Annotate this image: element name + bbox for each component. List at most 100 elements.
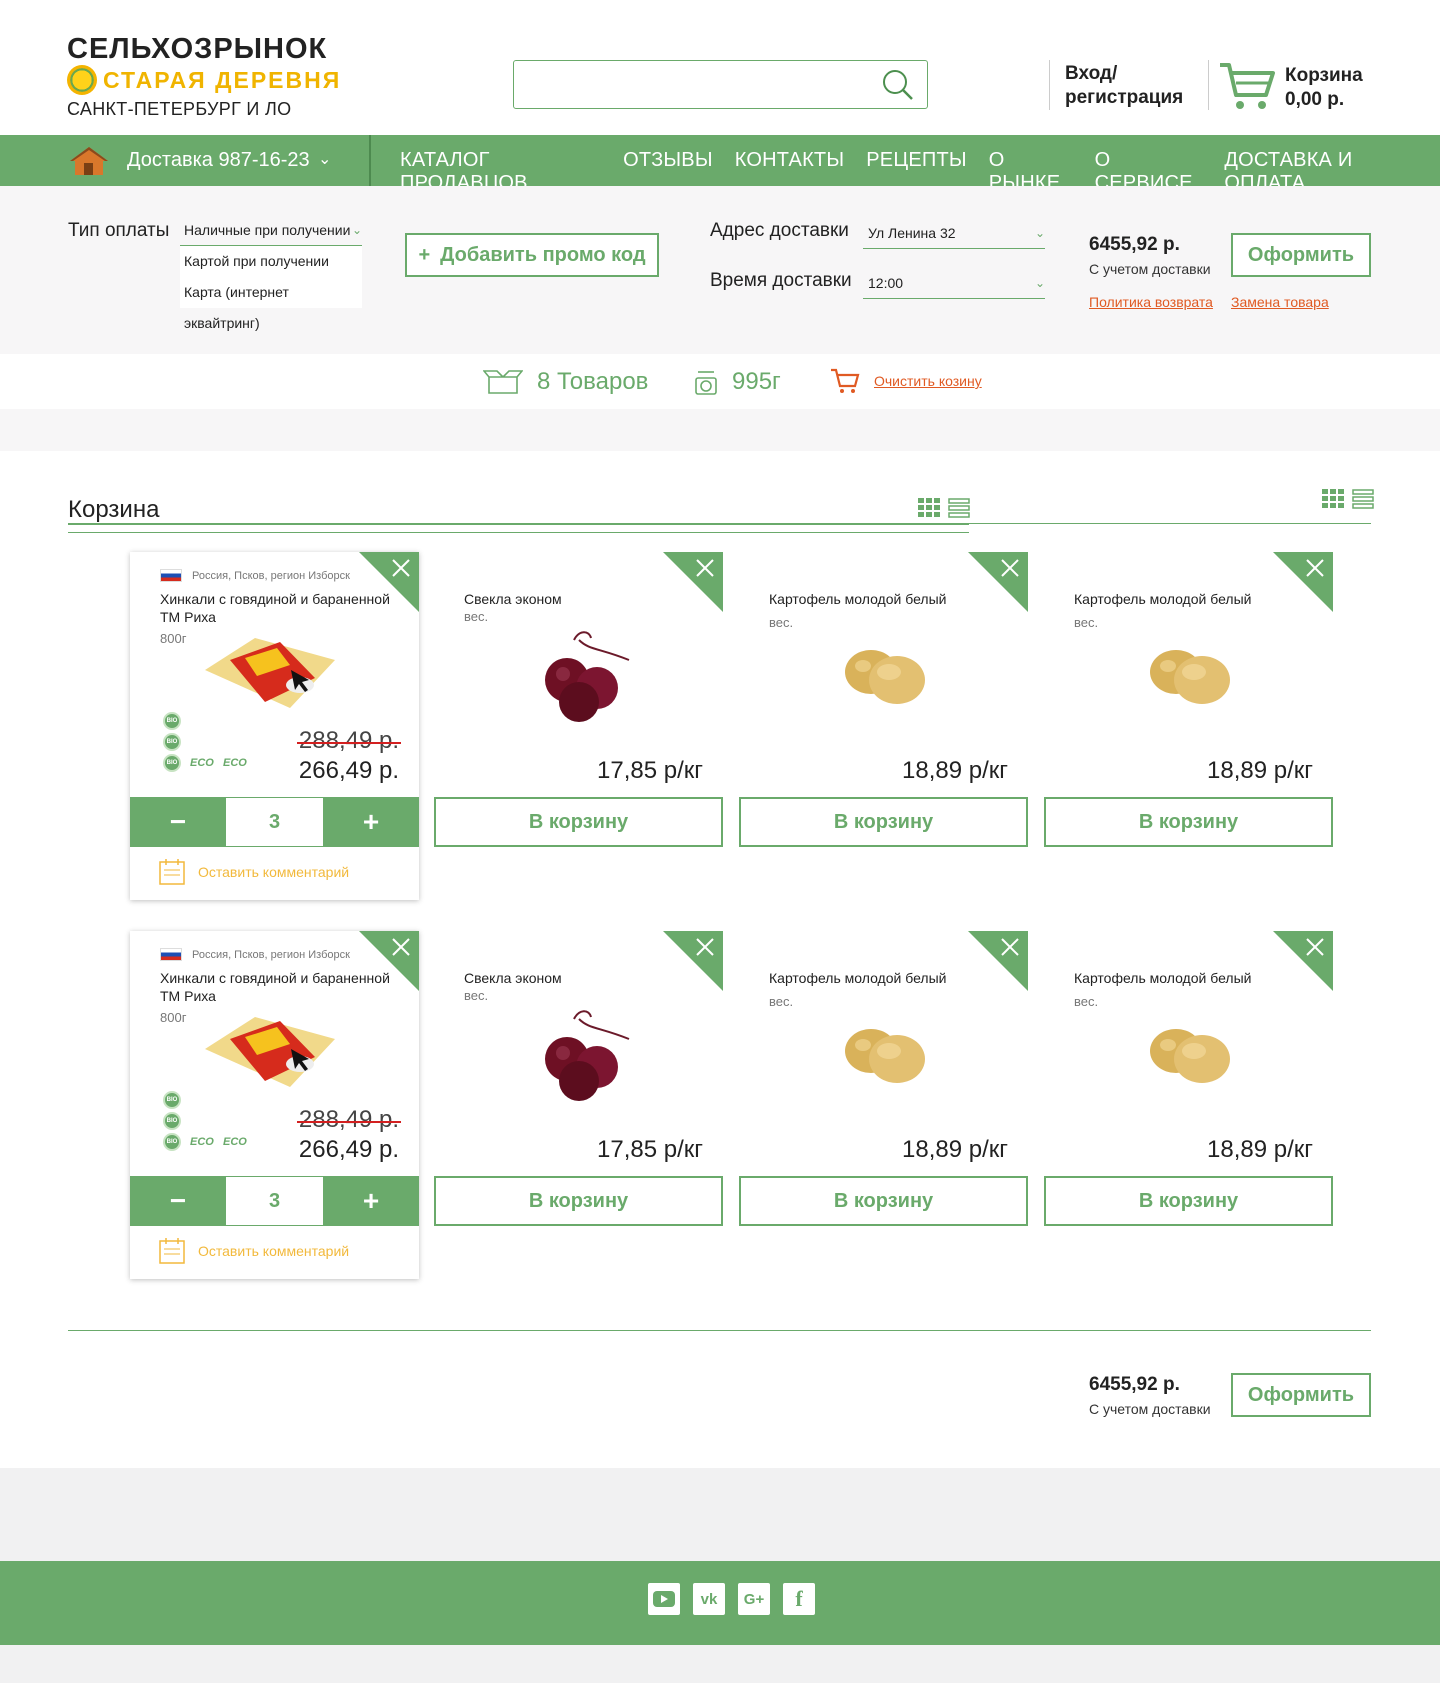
payment-option-card[interactable]: Картой при получении (180, 246, 362, 277)
increase-button[interactable]: + (323, 1176, 419, 1226)
add-to-cart-button[interactable]: В корзину (434, 1176, 723, 1226)
product-name[interactable]: Картофель молодой белый (1074, 969, 1304, 987)
list-view-icon[interactable] (1352, 489, 1374, 509)
bio-badge-icon: BIO (163, 1091, 181, 1109)
divider (68, 1330, 1371, 1331)
beet-image[interactable] (519, 1009, 639, 1109)
bio-badge-icon: BIO (163, 1112, 181, 1130)
bottom-checkout-button[interactable]: Оформить (1231, 1373, 1371, 1417)
potato-image[interactable] (833, 632, 933, 717)
replace-item-link[interactable]: Замена товара (1231, 294, 1329, 310)
add-to-cart-button[interactable]: В корзину (739, 1176, 1028, 1226)
login-text: Вход/ (1065, 63, 1118, 84)
product-card: Картофель молодой белый вес. 18,89 р/кг В к… (1044, 552, 1333, 848)
product-image[interactable] (195, 630, 345, 715)
quantity-stepper: −3 + (130, 1176, 419, 1226)
product-card-active: Россия, Псков, регион Изборск Хинкали с г… (130, 552, 419, 900)
old-price: 288,49 р. (296, 727, 402, 754)
quantity-stepper: −3 + (130, 797, 419, 847)
payment-option-cash[interactable]: Наличные при получении ⌄ (180, 215, 362, 246)
logo-region: САНКТ-ПЕТЕРБУРГ И ЛО (67, 99, 292, 119)
return-policy-link[interactable]: Политика возврата (1089, 294, 1213, 310)
product-card: Картофель молодой белый вес. 18,89 р/кг В к… (739, 552, 1028, 848)
payment-option-online[interactable]: Карта (интернет эквайтринг) (180, 277, 362, 331)
product-name[interactable]: Хинкали с говядиной и бараненной ТМ Риха (160, 590, 390, 626)
footer: vk G+ f (0, 1561, 1440, 1645)
home-icon[interactable] (69, 146, 109, 176)
product-name[interactable]: Хинкали с говядиной и бараненной ТМ Риха (160, 969, 390, 1005)
time-select[interactable]: 12:00 ⌄ (863, 268, 1045, 299)
beet-image[interactable] (519, 630, 639, 730)
vk-icon[interactable]: vk (693, 1583, 725, 1615)
product-name[interactable]: Картофель молодой белый (1074, 590, 1304, 608)
product-weight: 800г (160, 631, 187, 646)
chevron-down-icon[interactable]: ⌄ (318, 149, 331, 169)
cart-icon[interactable] (1218, 61, 1276, 113)
potato-image[interactable] (833, 1011, 933, 1096)
checkout-button[interactable]: Оформить (1231, 233, 1371, 277)
payment-select[interactable]: Наличные при получении ⌄ Картой при полу… (180, 215, 362, 331)
add-comment-link[interactable]: Оставить комментарий (158, 1237, 349, 1265)
add-to-cart-button[interactable]: В корзину (1044, 797, 1333, 847)
price: 18,89 р/кг (1207, 757, 1313, 784)
divider (1208, 60, 1209, 110)
add-promo-button[interactable]: + Добавить промо код (405, 233, 659, 277)
search-icon[interactable] (881, 68, 915, 102)
list-view-icon[interactable] (948, 498, 970, 518)
address-select[interactable]: Ул Ленина 32 ⌄ (863, 218, 1045, 249)
add-to-cart-button[interactable]: В корзину (739, 797, 1028, 847)
google-plus-icon[interactable]: G+ (738, 1583, 770, 1615)
scale-icon (695, 371, 717, 395)
grid-view-icon[interactable] (1322, 489, 1344, 509)
product-unit: вес. (769, 994, 794, 1009)
clear-cart-label: Очистить козину (874, 373, 982, 389)
product-image[interactable] (195, 1009, 345, 1094)
comment-label: Оставить комментарий (198, 1243, 350, 1259)
potato-image[interactable] (1138, 632, 1238, 717)
facebook-icon[interactable]: f (783, 1583, 815, 1615)
logo-subtitle: СТАРАЯ ДЕРЕВНЯ (103, 66, 342, 93)
box-icon (483, 370, 523, 394)
decrease-button[interactable]: − (130, 1176, 226, 1226)
price: 18,89 р/кг (902, 757, 1008, 784)
quantity-value[interactable]: 3 (226, 1176, 323, 1226)
cart-total: 0,00 р. (1285, 89, 1345, 110)
grid-view-icon[interactable] (918, 498, 940, 518)
delivery-phone[interactable]: Доставка 987-16-23 (127, 149, 310, 172)
address-label: Адрес доставки (710, 220, 849, 241)
product-name[interactable]: Картофель молодой белый (769, 590, 999, 608)
bio-badge-icon: BIO (163, 712, 181, 730)
plus-icon: + (418, 243, 431, 266)
header-cart[interactable]: Корзина 0,00 р. (1285, 64, 1363, 112)
logo-title: СЕЛЬХОЗРЫНОК (67, 33, 328, 65)
login-link[interactable]: Вход/ регистрация (1065, 62, 1183, 110)
search-input[interactable] (514, 61, 864, 107)
price: 17,85 р/кг (597, 757, 703, 784)
product-name[interactable]: Картофель молодой белый (769, 969, 999, 987)
time-label: Время доставки (710, 270, 852, 291)
divider (68, 523, 969, 525)
add-to-cart-button[interactable]: В корзину (1044, 1176, 1333, 1226)
add-to-cart-button[interactable]: В корзину (434, 797, 723, 847)
order-total: 6455,92 р. (1089, 234, 1180, 255)
quantity-value[interactable]: 3 (226, 797, 323, 847)
product-name[interactable]: Свекла эконом (464, 590, 694, 608)
youtube-icon[interactable] (648, 1583, 680, 1615)
view-toggle (1322, 489, 1374, 509)
comment-label: Оставить комментарий (198, 864, 350, 880)
divider (68, 532, 969, 533)
product-name[interactable]: Свекла эконом (464, 969, 694, 987)
register-text: регистрация (1065, 87, 1184, 108)
potato-image[interactable] (1138, 1011, 1238, 1096)
increase-button[interactable]: + (323, 797, 419, 847)
bio-badge-icon: BIO (163, 754, 181, 772)
chevron-down-icon: ⌄ (351, 223, 362, 237)
decrease-button[interactable]: − (130, 797, 226, 847)
clear-cart[interactable]: Очистить козину (830, 368, 982, 394)
payment-label: Тип оплаты (68, 220, 170, 241)
add-comment-link[interactable]: Оставить комментарий (158, 858, 349, 886)
product-unit: вес. (464, 988, 489, 1003)
badges: BIO BIO BIO (163, 712, 181, 775)
logo[interactable]: СЕЛЬХОЗРЫНОК СТАРАЯ ДЕРЕВНЯ САНКТ-ПЕТЕРБ… (67, 34, 341, 120)
cart-title: Корзина (68, 496, 160, 523)
